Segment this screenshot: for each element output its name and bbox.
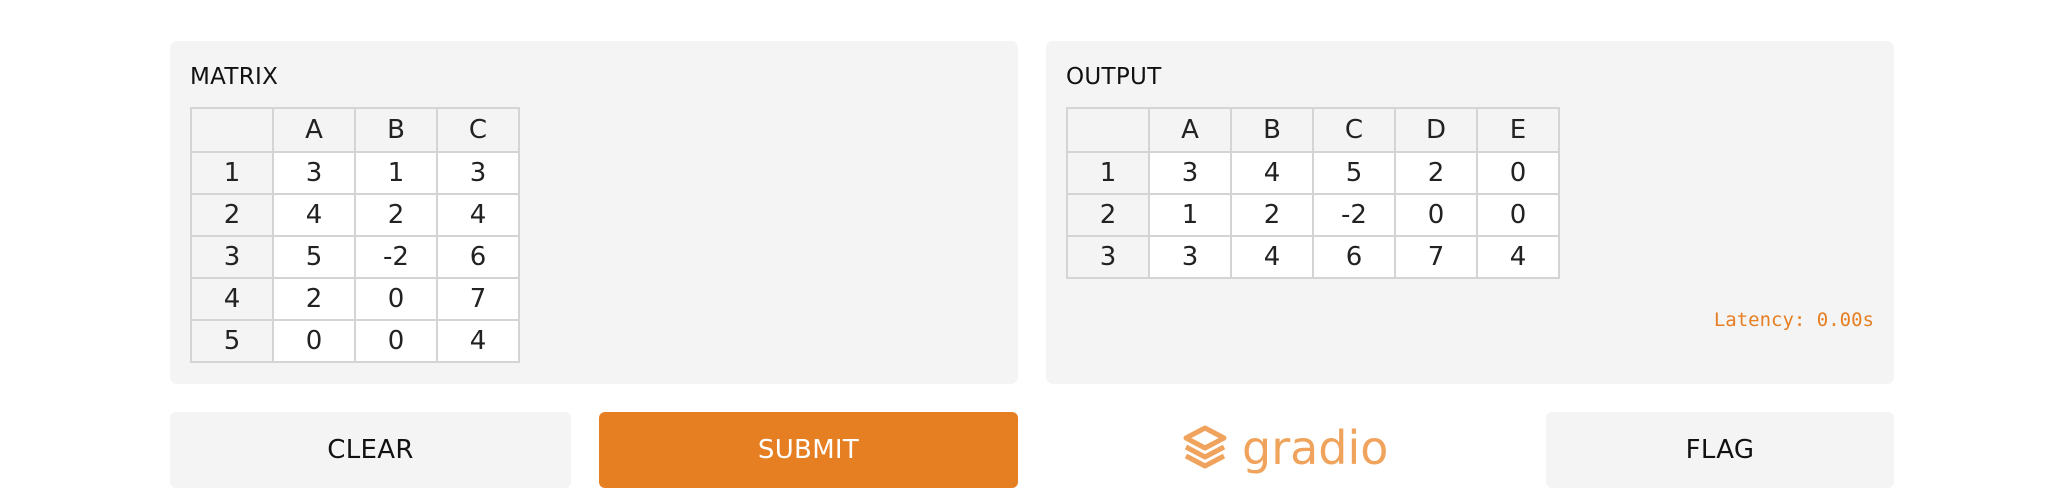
table-cell: 2 [1394,151,1478,195]
table-row: 4207 [190,277,520,321]
table-cell: 3 [1148,235,1232,279]
table-cell: 5 [1312,151,1396,195]
table-cell[interactable]: 3 [436,151,520,195]
table-cell: 4 [1230,235,1314,279]
table-cell[interactable]: 0 [354,277,438,321]
column-header-c: C [436,107,520,153]
column-header-e: E [1476,107,1560,153]
table-cell: 2 [1230,193,1314,237]
table-row: 134520 [1066,151,1560,195]
input-panel: MATRIX ABC 1 3 1 3 2 4 2 4 3 5 -2 6 4 2 0 7 5 0 0 4 [170,41,1018,384]
gradio-wordmark: gradio [1242,421,1389,475]
table-cell: 7 [1394,235,1478,279]
latency-text: Latency: 0.00s [1713,309,1874,331]
table-cell[interactable]: 7 [436,277,520,321]
matrix-input-table[interactable]: ABC 1 3 1 3 2 4 2 4 3 5 -2 6 4 2 0 7 5 0 0 4 [190,107,520,363]
table-cell: 6 [1312,235,1396,279]
row-index: 1 [190,151,274,195]
table-cell: 4 [1476,235,1560,279]
matrix-label: MATRIX [190,64,279,90]
table-cell: -2 [1312,193,1396,237]
table-cell: 4 [1230,151,1314,195]
row-index: 3 [1066,235,1150,279]
table-cell[interactable]: 0 [272,319,356,363]
corner-cell [190,107,274,153]
column-header-a: A [1148,107,1232,153]
submit-button[interactable]: SUBMIT [599,412,1018,488]
table-cell[interactable]: 0 [354,319,438,363]
table-row: 334674 [1066,235,1560,279]
table-row: 5004 [190,319,520,363]
flag-button[interactable]: FLAG [1546,412,1894,488]
column-header-d: D [1394,107,1478,153]
row-index: 1 [1066,151,1150,195]
table-cell: 3 [1148,151,1232,195]
table-cell[interactable]: 4 [436,193,520,237]
table-cell[interactable]: 6 [436,235,520,279]
column-header-c: C [1312,107,1396,153]
corner-cell [1066,107,1150,153]
row-index: 2 [190,193,274,237]
table-cell[interactable]: -2 [354,235,438,279]
table-cell: 0 [1476,193,1560,237]
table-row: 2 1 2 -2 0 0 [1066,193,1560,237]
column-header-b: B [1230,107,1314,153]
table-cell[interactable]: 5 [272,235,356,279]
output-label: OUTPUT [1066,64,1162,90]
row-index: 3 [190,235,274,279]
table-cell[interactable]: 2 [272,277,356,321]
table-cell[interactable]: 4 [272,193,356,237]
table-cell[interactable]: 2 [354,193,438,237]
row-index: 5 [190,319,274,363]
output-panel: OUTPUT ABCDE 1 3 4 5 2 0 2 1 2 -2 0 0 3 3 4 6 7 4 Latency… [1046,41,1894,384]
table-cell[interactable]: 3 [272,151,356,195]
header-row: ABCDE [1066,107,1560,153]
table-row: 1313 [190,151,520,195]
table-cell: 1 [1148,193,1232,237]
gradio-logo-icon [1183,425,1227,469]
row-index: 4 [190,277,274,321]
row-index: 2 [1066,193,1150,237]
table-cell[interactable]: 4 [436,319,520,363]
gradio-brand[interactable]: gradio [1180,420,1388,476]
column-header-b: B [354,107,438,153]
table-cell: 0 [1476,151,1560,195]
column-header-a: A [272,107,356,153]
output-table: ABCDE 1 3 4 5 2 0 2 1 2 -2 0 0 3 3 4 6 7 4 [1066,107,1560,279]
header-row: ABC [190,107,520,153]
table-cell[interactable]: 1 [354,151,438,195]
table-row: 3 5 -2 6 [190,235,520,279]
clear-button[interactable]: CLEAR [170,412,571,488]
table-cell: 0 [1394,193,1478,237]
table-row: 2424 [190,193,520,237]
